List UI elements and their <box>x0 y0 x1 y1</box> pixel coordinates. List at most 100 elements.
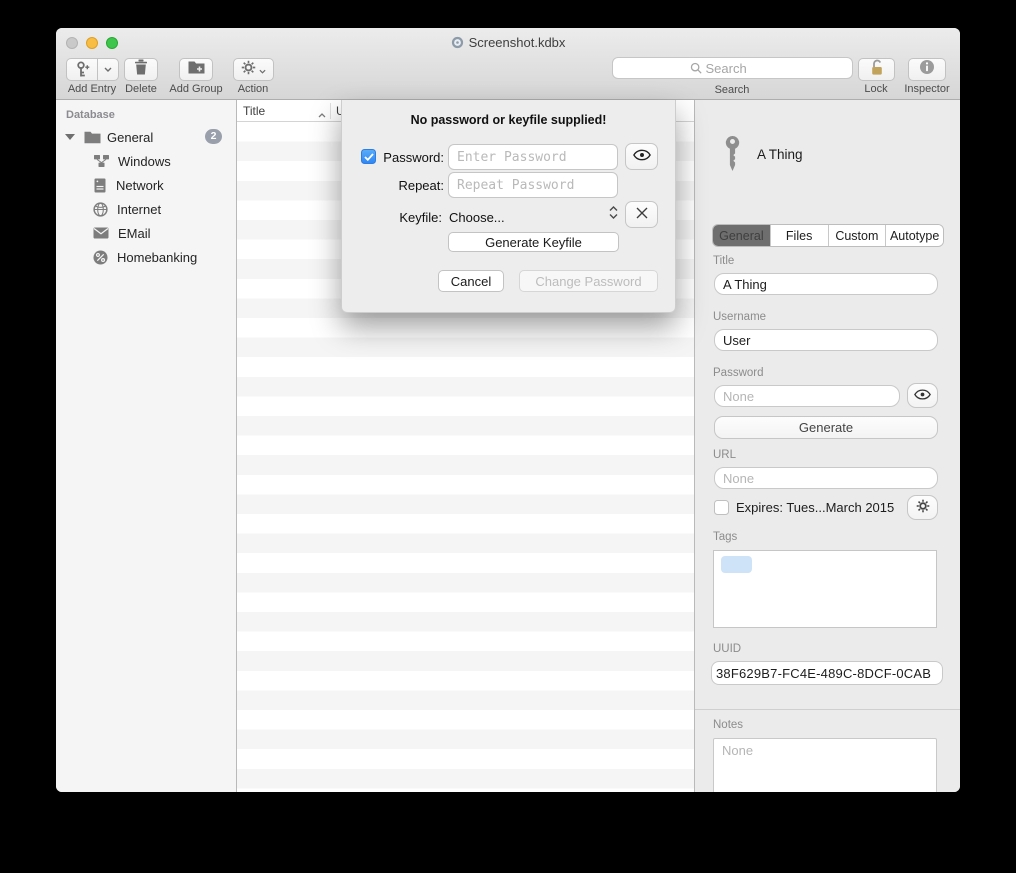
toolbar: Screenshot.kdbx Add Entry Delete Add <box>56 28 960 100</box>
add-entry-button[interactable] <box>66 58 119 81</box>
search-icon <box>690 62 702 74</box>
keyfile-popup-value[interactable]: Choose... <box>449 210 505 225</box>
dialog-password-input[interactable] <box>448 144 618 170</box>
divider <box>695 709 960 710</box>
lock-button[interactable] <box>858 58 895 81</box>
change-password-sheet: No password or keyfile supplied! Passwor… <box>341 100 676 313</box>
delete-label: Delete <box>125 83 157 95</box>
dialog-repeat-input[interactable] <box>448 172 618 198</box>
sidebar-item-label: EMail <box>118 226 151 241</box>
generate-keyfile-button[interactable]: Generate Keyfile <box>448 232 619 252</box>
folder-icon <box>84 131 101 144</box>
password-field[interactable] <box>714 385 900 407</box>
expires-label: Expires: Tues...March 2015 <box>736 500 894 515</box>
action-button[interactable] <box>233 58 274 81</box>
tags-label: Tags <box>713 531 737 543</box>
uuid-field[interactable] <box>711 661 943 685</box>
inspector-panel: A Thing General Files Custom Autotype Ti… <box>695 100 960 792</box>
title-label: Title <box>713 255 734 267</box>
windows-network-icon <box>93 154 110 168</box>
unlock-icon <box>869 59 885 81</box>
uuid-label: UUID <box>713 643 741 655</box>
dialog-repeat-label: Repeat: <box>380 178 444 193</box>
percent-icon <box>93 250 108 265</box>
generate-keyfile-label: Generate Keyfile <box>485 235 582 250</box>
sidebar-item-general[interactable]: General 2 <box>56 125 236 149</box>
tab-autotype[interactable]: Autotype <box>886 225 943 246</box>
window-title-text: Screenshot.kdbx <box>469 35 566 50</box>
expires-settings-button[interactable] <box>907 495 938 520</box>
tab-files[interactable]: Files <box>771 225 829 246</box>
sidebar-item-label: Network <box>116 178 164 193</box>
server-icon <box>94 178 106 193</box>
folder-plus-icon <box>188 60 205 79</box>
notes-field[interactable] <box>713 738 937 792</box>
dialog-password-label: Password: <box>380 150 444 165</box>
action-label: Action <box>238 83 269 95</box>
sidebar-item-homebanking[interactable]: Homebanking <box>56 245 236 269</box>
sidebar-section-header: Database <box>66 109 115 121</box>
inspector-tabs: General Files Custom Autotype <box>712 224 944 247</box>
url-label: URL <box>713 449 736 461</box>
add-group-button[interactable] <box>179 58 213 81</box>
key-plus-icon <box>67 61 97 78</box>
password-checkbox[interactable] <box>361 149 376 164</box>
url-field[interactable] <box>714 467 938 489</box>
username-label: Username <box>713 311 766 323</box>
search-field[interactable] <box>612 57 853 79</box>
app-window: Screenshot.kdbx Add Entry Delete Add <box>56 28 960 792</box>
search-input[interactable] <box>706 61 776 76</box>
chevron-down-icon <box>259 61 266 79</box>
gear-icon <box>916 499 930 516</box>
info-icon <box>919 59 935 80</box>
lock-label: Lock <box>864 83 887 95</box>
inspector-label: Inspector <box>904 83 949 95</box>
show-password-button[interactable] <box>907 383 938 408</box>
document-proxy-icon <box>451 36 464 52</box>
sidebar-item-network[interactable]: Network <box>56 173 236 197</box>
add-entry-label: Add Entry <box>68 83 116 95</box>
tab-general[interactable]: General <box>713 225 771 246</box>
tab-custom[interactable]: Custom <box>829 225 887 246</box>
window-title: Screenshot.kdbx <box>56 35 960 52</box>
sidebar-item-label: General <box>107 130 153 145</box>
disclosure-triangle-icon[interactable] <box>65 134 75 140</box>
globe-icon <box>93 202 108 217</box>
generate-label: Generate <box>799 420 853 435</box>
sidebar-item-windows[interactable]: Windows <box>56 149 236 173</box>
clear-keyfile-button[interactable] <box>625 201 658 228</box>
count-badge: 2 <box>205 129 222 144</box>
generate-password-button[interactable]: Generate <box>714 416 938 439</box>
gear-icon <box>241 60 256 80</box>
warning-message: No password or keyfile supplied! <box>342 113 675 127</box>
sidebar-item-internet[interactable]: Internet <box>56 197 236 221</box>
tags-field[interactable] <box>713 550 937 628</box>
title-field[interactable] <box>714 273 938 295</box>
column-divider <box>330 103 331 119</box>
delete-button[interactable] <box>124 58 158 81</box>
search-toolbar-label: Search <box>715 84 750 96</box>
tag-token[interactable] <box>721 556 752 573</box>
chevron-down-icon[interactable] <box>98 67 118 72</box>
add-group-label: Add Group <box>169 83 222 95</box>
key-icon <box>722 136 743 175</box>
envelope-icon <box>93 227 109 239</box>
sidebar-item-label: Homebanking <box>117 250 197 265</box>
cancel-label: Cancel <box>451 274 491 289</box>
change-password-label: Change Password <box>535 274 641 289</box>
sort-ascending-icon <box>318 107 326 121</box>
sidebar-item-email[interactable]: EMail <box>56 221 236 245</box>
inspector-button[interactable] <box>908 58 946 81</box>
dialog-keyfile-label: Keyfile: <box>380 210 442 225</box>
password-label: Password <box>713 367 764 379</box>
column-header-title[interactable]: Title <box>243 104 265 118</box>
expires-checkbox[interactable] <box>714 500 729 515</box>
close-x-icon <box>636 206 648 224</box>
change-password-button[interactable]: Change Password <box>519 270 658 292</box>
cancel-button[interactable]: Cancel <box>438 270 504 292</box>
show-password-button[interactable] <box>625 143 658 170</box>
eye-icon <box>633 148 651 166</box>
username-field[interactable] <box>714 329 938 351</box>
trash-icon <box>134 59 148 80</box>
stepper-icon[interactable] <box>609 206 618 219</box>
